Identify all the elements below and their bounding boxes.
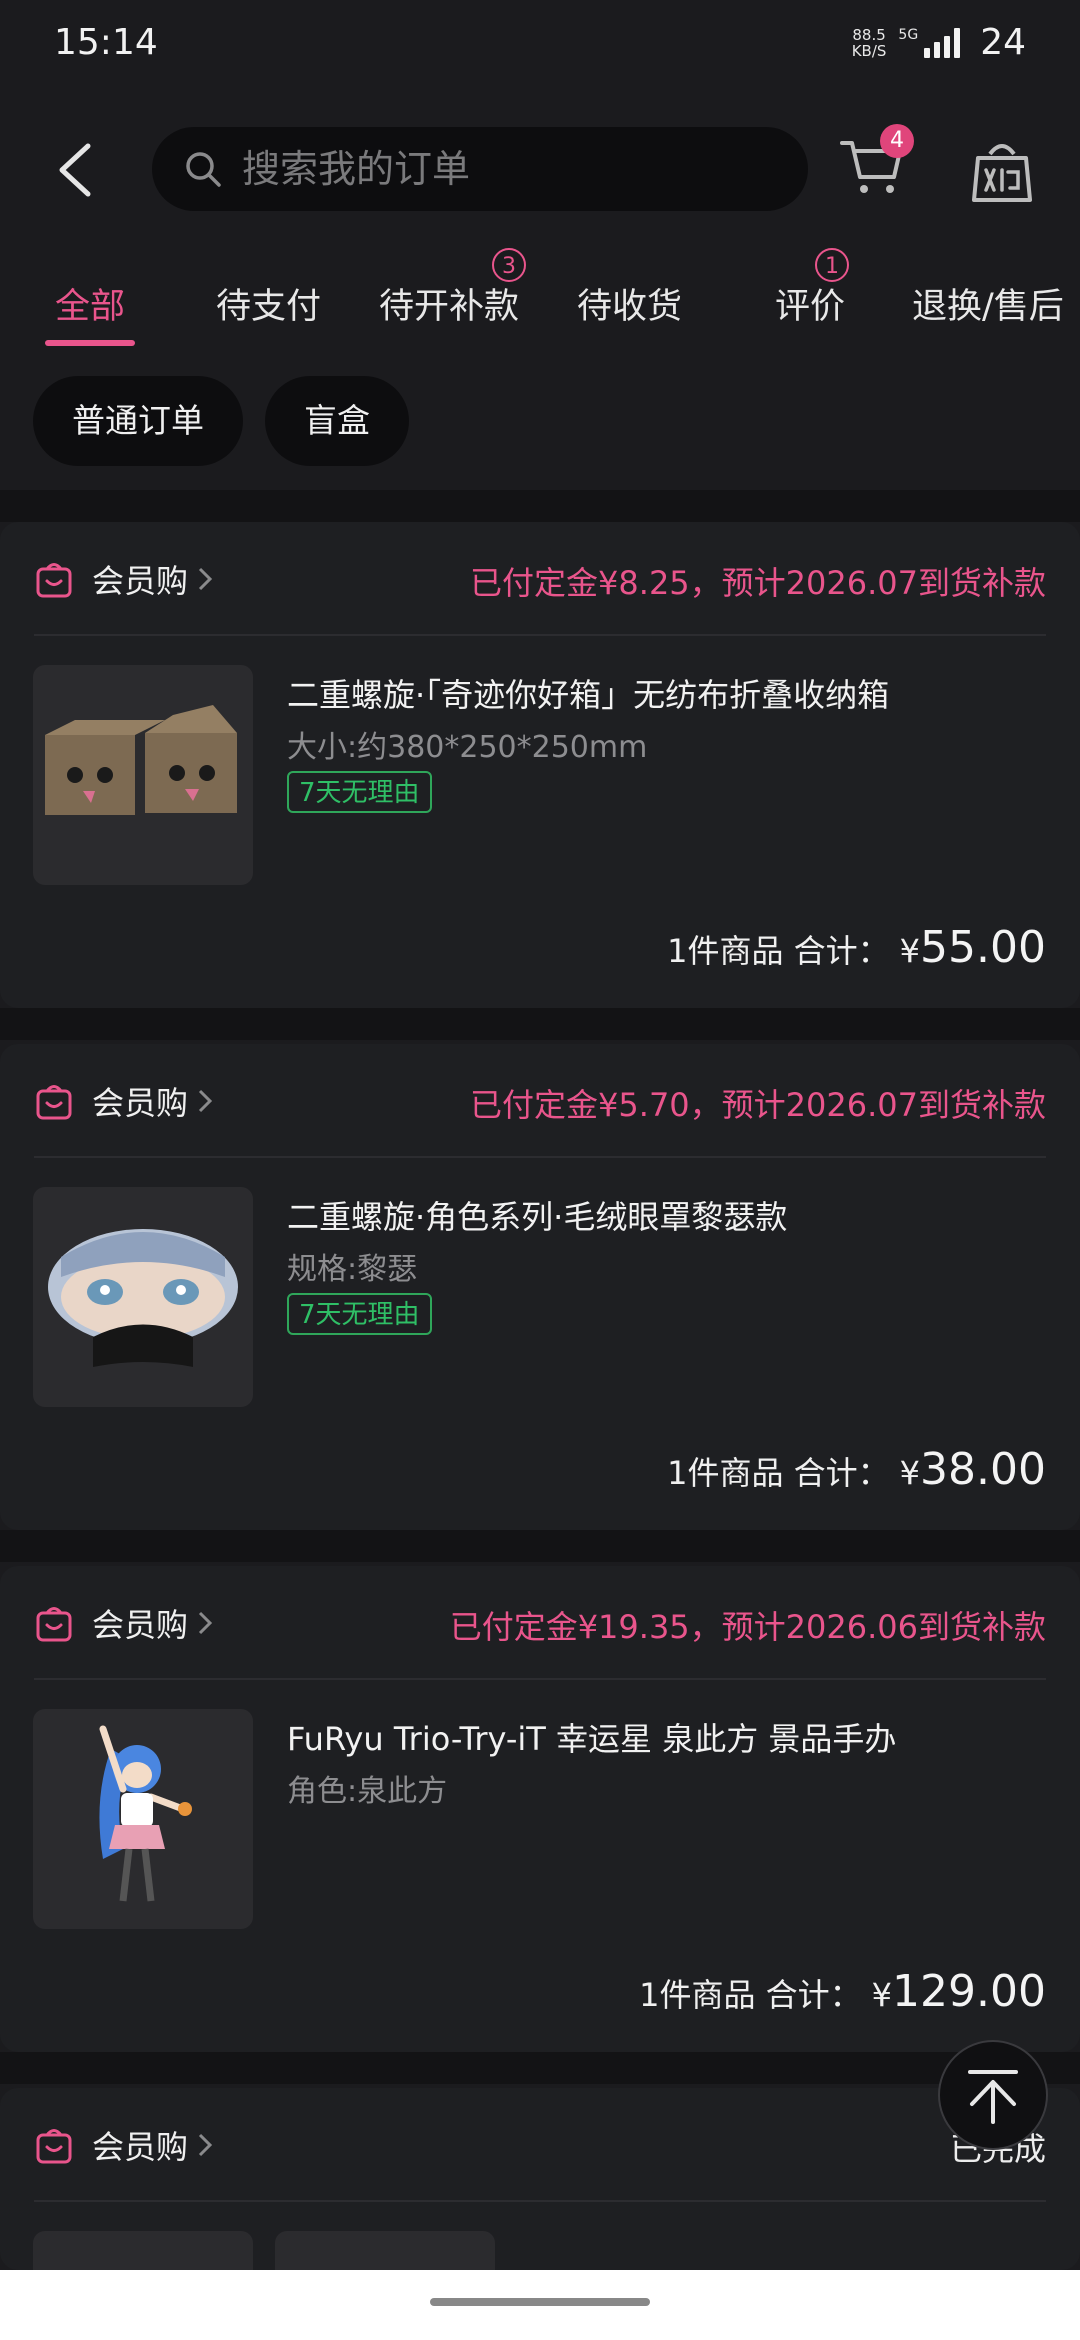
card-divider: [34, 634, 1046, 636]
store-bag-icon: [36, 2129, 72, 2164]
section-divider: [0, 1530, 1080, 1562]
order-status: 已付定金¥5.70，预计2026.07到货补款: [470, 1086, 1046, 1124]
store-link[interactable]: 会员购: [34, 1078, 214, 1124]
filter-regular-orders[interactable]: 普通订单: [33, 376, 243, 466]
order-status: 已付定金¥19.35，预计2026.06到货补款: [449, 1608, 1046, 1646]
order-total: 1件商品 合计： ¥ 55.00: [667, 922, 1046, 973]
chevron-right-icon: [198, 2133, 213, 2157]
tab-all[interactable]: 全部: [55, 278, 125, 329]
arrow-up-icon: [968, 2070, 1018, 2124]
product-image[interactable]: [275, 2231, 495, 2271]
product-image[interactable]: [33, 1709, 253, 1929]
section-divider: [0, 2052, 1080, 2084]
back-icon[interactable]: [50, 140, 100, 200]
tab-pending-receipt[interactable]: 待收货: [577, 278, 682, 329]
product-title[interactable]: 二重螺旋·「奇迹你好箱」无纺布折叠收纳箱: [287, 670, 889, 716]
store-name: 会员购: [92, 2128, 189, 2166]
search-bar[interactable]: [152, 127, 808, 211]
section-divider: [0, 1008, 1080, 1040]
tab-review[interactable]: 评价: [775, 278, 845, 329]
store-name: 会员购: [92, 562, 189, 600]
order-card[interactable]: 会员购 已付定金¥8.25，预计2026.07到货补款 二重螺旋·「奇迹你好箱」…: [0, 522, 1080, 1008]
product-image[interactable]: [33, 2231, 253, 2271]
box-icon: [45, 705, 237, 815]
store-link[interactable]: 会员购: [34, 1600, 214, 1646]
card-divider: [34, 2200, 1046, 2202]
network-type: 5G: [898, 26, 919, 43]
home-indicator[interactable]: [430, 2298, 650, 2306]
signal-icon: [924, 27, 961, 58]
order-total: 1件商品 合计： ¥ 129.00: [639, 1966, 1046, 2017]
order-card[interactable]: 会员购 已完成: [0, 2088, 1080, 2271]
store-bag-icon: [36, 563, 72, 598]
product-title[interactable]: 二重螺旋·角色系列·毛绒眼罩黎瑟款: [287, 1192, 787, 1238]
store-bag-icon: [36, 1607, 72, 1642]
return-policy-tag: 7天无理由: [287, 771, 432, 813]
product-spec: 规格:黎瑟: [287, 1252, 418, 1287]
cart-badge: 4: [880, 124, 914, 158]
filter-blind-box[interactable]: 盲盒: [265, 376, 409, 466]
chevron-right-icon: [198, 567, 213, 591]
order-card[interactable]: 会员购 已付定金¥19.35，预计2026.06到货补款 FuRyu Trio-…: [0, 1566, 1080, 2052]
product-image[interactable]: [33, 1187, 253, 1407]
tab-pending-payment[interactable]: 待支付: [216, 278, 321, 329]
total-amount: 129.00: [892, 1966, 1046, 2017]
status-indicators: 88.5 KB/S 5G 24: [852, 22, 1026, 63]
chevron-right-icon: [198, 1089, 213, 1113]
eye-mask-icon: [48, 1229, 238, 1367]
search-icon: [186, 152, 221, 187]
order-total: 1件商品 合计： ¥ 38.00: [667, 1444, 1046, 1495]
store-link[interactable]: 会员购: [34, 2122, 214, 2168]
total-amount: 55.00: [920, 922, 1046, 973]
tab-pending-balance[interactable]: 待开补款: [379, 278, 519, 329]
total-amount: 38.00: [920, 1444, 1046, 1495]
store-link[interactable]: 会员购: [34, 556, 214, 602]
store-bag-icon: [36, 1085, 72, 1120]
net-speed: 88.5 KB/S: [851, 25, 887, 60]
battery-level: 24: [980, 22, 1026, 63]
return-policy-tag: 7天无理由: [287, 1293, 432, 1335]
product-spec: 大小:约380*250*250mm: [287, 730, 648, 765]
card-divider: [34, 1678, 1046, 1680]
tab-review-badge: 1: [815, 248, 849, 282]
status-time: 15:14: [54, 22, 158, 63]
order-card[interactable]: 会员购 已付定金¥5.70，预计2026.07到货补款 二重螺旋·角色系列·毛绒…: [0, 1044, 1080, 1530]
order-status: 已付定金¥8.25，预计2026.07到货补款: [470, 564, 1046, 602]
store-name: 会员购: [92, 1606, 189, 1644]
tab-active-indicator: [45, 340, 135, 346]
tab-after-sales[interactable]: 退换/售后: [912, 278, 1064, 329]
tab-pending-balance-badge: 3: [492, 248, 526, 282]
shopping-bag-icon[interactable]: [970, 136, 1034, 204]
product-spec: 角色:泉此方: [287, 1774, 448, 1809]
search-input[interactable]: [240, 146, 764, 192]
product-title[interactable]: FuRyu Trio-Try-iT 幸运星 泉此方 景品手办: [287, 1714, 896, 1760]
store-name: 会员购: [92, 1084, 189, 1122]
card-divider: [34, 1156, 1046, 1158]
section-divider: [0, 490, 1080, 522]
chevron-right-icon: [198, 1611, 213, 1635]
back-to-top-button[interactable]: [938, 2040, 1048, 2150]
product-image[interactable]: [33, 665, 253, 885]
figure-icon: [99, 1725, 192, 1902]
